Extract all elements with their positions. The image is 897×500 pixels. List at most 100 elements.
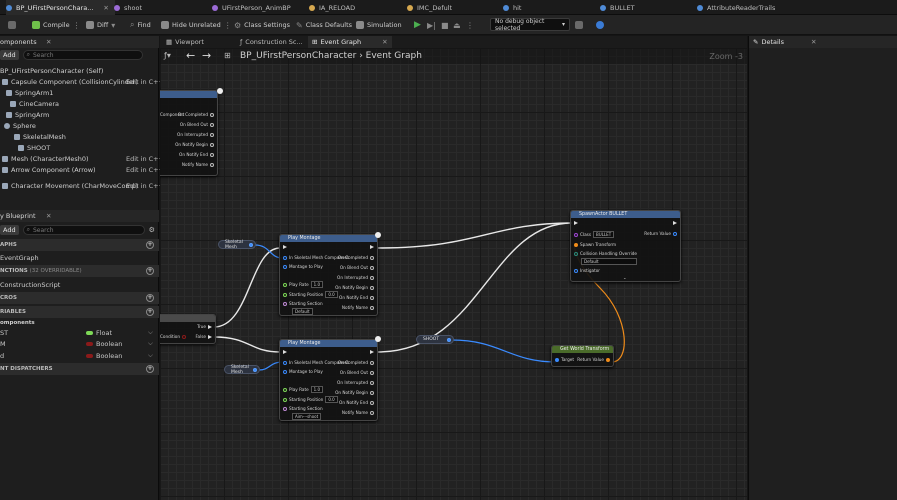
pin-false[interactable]: False	[195, 334, 212, 339]
skeletal-mesh-variable-node[interactable]: Skeletal Mesh	[224, 365, 260, 375]
pin-montage-to-play[interactable]: Montage to Play	[283, 264, 323, 269]
gear-icon[interactable]: ⚙	[149, 226, 155, 234]
pin-target[interactable]: Target	[555, 357, 574, 362]
close-icon[interactable]: ✕	[46, 38, 51, 46]
pin-on-completed[interactable]: On Completed	[178, 112, 214, 117]
exec-in-pin[interactable]	[574, 221, 578, 225]
branch-node[interactable]: True Condition False	[160, 314, 216, 344]
pin-on-blend-out[interactable]: On Blend Out	[340, 370, 374, 375]
add-variable-icon[interactable]: +	[146, 308, 154, 316]
section-macros[interactable]: CROS +	[0, 292, 159, 304]
event-graph-canvas[interactable]: ƒ▾ ← → ⊞ BP_UFirstPersonCharacter › Even…	[160, 48, 747, 500]
breadcrumb-blueprint[interactable]: BP_UFirstPersonCharacter	[240, 51, 356, 61]
pin-on-notify-begin[interactable]: On Notify Begin	[335, 390, 374, 395]
component-item-shoot[interactable]: SHOOT	[18, 142, 50, 153]
starting-section-input[interactable]: Aim---shoot	[292, 413, 322, 420]
more-options-icon[interactable]: ⋮	[73, 21, 81, 30]
starting-position-input[interactable]: 0.0	[325, 396, 338, 403]
play-montage-node[interactable]: Play Montage In Skeletal Mesh Component …	[279, 339, 378, 421]
tab-viewport[interactable]: ▦ Viewport	[162, 36, 208, 48]
tab-imc-defult[interactable]: IMC_Defult	[407, 0, 458, 15]
pin-on-blend-out[interactable]: On Blend Out	[180, 122, 214, 127]
tab-ia-reload[interactable]: IA_RELOAD	[309, 0, 361, 15]
pin-starting-position[interactable]: Starting Position 0.0	[283, 396, 338, 403]
pin-collision-handling[interactable]: Collision Handling Override	[574, 251, 637, 256]
tab-ufirstperson-animbp[interactable]: UFirstPerson_AnimBP	[212, 0, 297, 15]
skeletal-mesh-variable-node[interactable]: Skeletal Mesh	[218, 240, 256, 250]
pin-starting-position[interactable]: Starting Position 0.0	[283, 291, 338, 298]
variable-row[interactable]: M Boolean ⌵	[0, 338, 159, 349]
pin-instigator[interactable]: Instigator	[574, 268, 600, 273]
pin-notify-name[interactable]: Notify Name	[342, 410, 374, 415]
pin-on-notify-end[interactable]: On Notify End	[179, 152, 214, 157]
section-graphs[interactable]: APHS +	[0, 239, 159, 251]
function-item-constructionscript[interactable]: ConstructionScript	[0, 279, 60, 290]
tab-shoot[interactable]: shoot	[114, 0, 148, 15]
tab-hit[interactable]: hit	[503, 0, 527, 15]
section-event-dispatchers[interactable]: NT DISPATCHERS +	[0, 363, 159, 375]
tab-construction-script[interactable]: ƒ Construction Sc...	[236, 36, 307, 48]
components-search-input[interactable]: ⌕ Search	[22, 50, 143, 60]
pin-spawn-transform[interactable]: Spawn Transform	[574, 242, 616, 247]
pin-on-notify-end[interactable]: On Notify End	[339, 295, 374, 300]
simulation-button[interactable]: Simulation	[356, 15, 402, 35]
debug-object-dropdown[interactable]: No debug object selected ▾	[490, 18, 570, 32]
class-dropdown[interactable]: BULLET	[593, 231, 615, 238]
pin-notify-name[interactable]: Notify Name	[342, 305, 374, 310]
play-montage-node[interactable]: Play Montage In Skeletal Mesh Component …	[279, 234, 378, 316]
close-icon[interactable]: ✕	[811, 38, 816, 46]
pin-class[interactable]: Class BULLET	[574, 231, 615, 238]
pin-notify-name[interactable]: Notify Name	[182, 162, 214, 167]
expand-pins-button[interactable]: ⌄	[623, 275, 627, 280]
tab-attribute-reader-trails[interactable]: AttributeReaderTrails	[697, 0, 781, 15]
tab-event-graph[interactable]: ⊞ Event Graph ✕	[308, 36, 392, 48]
play-button[interactable]: ▶	[414, 15, 421, 35]
component-item-capsule[interactable]: Capsule Component (CollisionCylinder) Edi…	[2, 76, 164, 87]
pin-on-notify-begin[interactable]: On Notify Begin	[335, 285, 374, 290]
find-button[interactable]: ⌕ Find	[130, 15, 151, 35]
get-world-transform-node[interactable]: Get World Transform Target Return Value	[551, 345, 614, 367]
tab-bullet[interactable]: BULLET	[600, 0, 641, 15]
stop-button[interactable]: ■	[441, 15, 449, 35]
hide-unrelated-button[interactable]: Hide Unrelated ⋮	[161, 15, 232, 35]
component-item-character-movement[interactable]: Character Movement (CharMoveComp) Edit in…	[2, 180, 164, 191]
starting-section-value[interactable]: Default	[292, 308, 313, 315]
pin-on-interrupted[interactable]: On Interrupted	[337, 380, 374, 385]
breadcrumb-graph[interactable]: Event Graph	[366, 51, 422, 61]
add-component-button[interactable]: Add	[0, 50, 19, 60]
pin-on-interrupted[interactable]: On Interrupted	[337, 275, 374, 280]
exec-out-pin[interactable]	[370, 245, 374, 249]
close-icon[interactable]: ✕	[103, 4, 108, 12]
pin-play-rate[interactable]: Play Rate 1.0	[283, 281, 324, 288]
class-defaults-button[interactable]: ✎ Class Defaults	[296, 15, 352, 35]
component-item-sphere[interactable]: Sphere	[4, 120, 36, 131]
compile-button[interactable]: Compile ⋮	[32, 15, 81, 35]
exec-out-pin[interactable]	[673, 221, 677, 225]
back-arrow-icon[interactable]: ←	[186, 49, 195, 62]
shoot-variable-node[interactable]: SHOOT	[416, 335, 454, 344]
diff-button[interactable]: Diff ▾	[86, 15, 115, 35]
component-item-self[interactable]: BP_UFirstPersonCharacter (Self)	[0, 65, 103, 76]
component-item-mesh[interactable]: Mesh (CharacterMesh0) Edit in C++	[2, 153, 164, 164]
starting-section-value[interactable]: Aim---shoot	[292, 413, 322, 420]
debug-filter-button[interactable]	[575, 15, 583, 35]
chevron-down-icon[interactable]: ⌵	[148, 339, 153, 348]
pin-on-interrupted[interactable]: On Interrupted	[177, 132, 214, 137]
pin-on-completed[interactable]: On Completed	[338, 360, 374, 365]
component-item-arrow[interactable]: Arrow Component (Arrow) Edit in C++	[2, 164, 164, 175]
add-member-button[interactable]: Add	[0, 225, 19, 235]
chevron-down-icon[interactable]: ⌵	[148, 328, 153, 337]
exec-in-pin[interactable]	[283, 245, 287, 249]
pin-play-rate[interactable]: Play Rate 1.0	[283, 386, 324, 393]
pin-on-notify-end[interactable]: On Notify End	[339, 400, 374, 405]
collision-value[interactable]: Default	[581, 258, 637, 265]
close-icon[interactable]: ✕	[382, 38, 387, 46]
pin-starting-section[interactable]: Starting Section	[283, 301, 323, 306]
add-macro-icon[interactable]: +	[146, 294, 154, 302]
variable-row[interactable]: ST Float ⌵	[0, 327, 159, 338]
edit-in-cpp-link[interactable]: Edit in C++	[126, 182, 164, 190]
add-function-icon[interactable]: +	[146, 267, 154, 275]
tab-bp-ufirstpersoncharacter[interactable]: BP_UFirstPersonChara... ✕	[6, 0, 115, 15]
component-item-cinecamera[interactable]: CineCamera	[10, 98, 59, 109]
variable-row[interactable]: d Boolean ⌵	[0, 350, 159, 361]
